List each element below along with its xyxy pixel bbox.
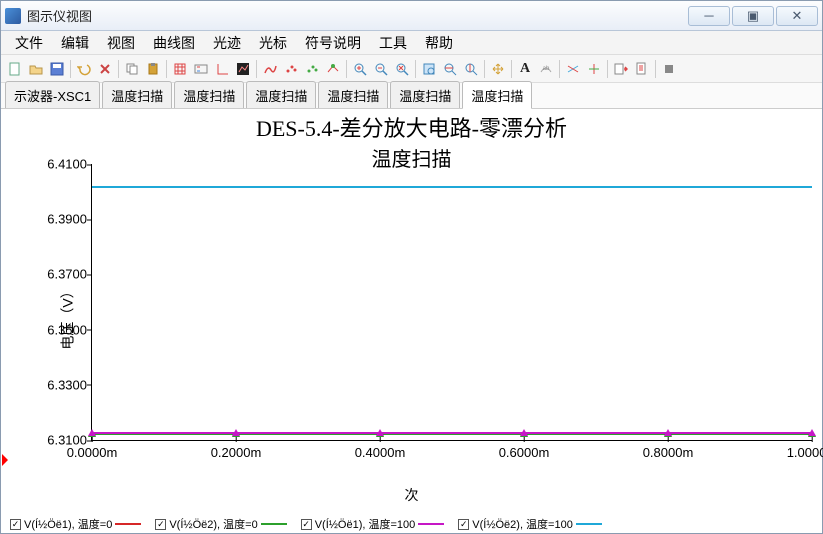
- new-icon[interactable]: [5, 59, 25, 79]
- zoom-in-icon[interactable]: [350, 59, 370, 79]
- tab[interactable]: 温度扫描: [174, 81, 244, 108]
- legend-label: V(Í½Öë1), 温度=100: [315, 516, 416, 532]
- tab[interactable]: 温度扫描: [318, 81, 388, 108]
- x-tick: 1.0000m: [787, 445, 823, 460]
- line-style-icon[interactable]: [260, 59, 280, 79]
- window-title: 图示仪视图: [27, 6, 688, 25]
- grid-icon[interactable]: [170, 59, 190, 79]
- checkbox-icon[interactable]: ✓: [10, 519, 21, 530]
- y-axis-label: 电压（V）: [58, 284, 78, 349]
- x-axis-label: 次: [405, 485, 419, 505]
- legend-swatch: [418, 523, 444, 525]
- zoom-out-icon[interactable]: [371, 59, 391, 79]
- tab[interactable]: 温度扫描: [246, 81, 316, 108]
- tab[interactable]: 温度扫描: [390, 81, 460, 108]
- marker-icon: [232, 428, 240, 436]
- menubar: 文件编辑视图曲线图光迹光标符号说明工具帮助: [1, 31, 822, 55]
- menu-item[interactable]: 光迹: [205, 31, 249, 55]
- legend-item[interactable]: ✓V(Í½Öë2), 温度=0: [155, 516, 286, 532]
- x-tick: 0.8000m: [643, 445, 694, 460]
- legend-icon[interactable]: [191, 59, 211, 79]
- menu-item[interactable]: 帮助: [417, 31, 461, 55]
- plot-canvas[interactable]: 6.31006.33006.35006.37006.39006.41000.00…: [91, 164, 812, 441]
- menu-item[interactable]: 光标: [251, 31, 295, 55]
- svg-text:ab: ab: [543, 66, 550, 72]
- menu-item[interactable]: 曲线图: [145, 31, 203, 55]
- scatter-green-icon[interactable]: [302, 59, 322, 79]
- marker-icon: [520, 428, 528, 436]
- legend-item[interactable]: ✓V(Í½Öë1), 温度=0: [10, 516, 141, 532]
- legend: ✓V(Í½Öë1), 温度=0✓V(Í½Öë2), 温度=0✓V(Í½Öë1),…: [10, 516, 602, 532]
- x-tick: 0.0000m: [67, 445, 118, 460]
- app-icon: [5, 8, 21, 24]
- line-marker-icon[interactable]: [323, 59, 343, 79]
- y-tick: 6.4100: [37, 157, 87, 172]
- checkbox-icon[interactable]: ✓: [458, 519, 469, 530]
- zoom-y-icon[interactable]: [461, 59, 481, 79]
- text-icon[interactable]: A: [515, 59, 535, 79]
- y-tick: 6.3500: [37, 322, 87, 337]
- export-doc-icon[interactable]: [632, 59, 652, 79]
- open-icon[interactable]: [26, 59, 46, 79]
- series-line[interactable]: [92, 186, 812, 188]
- menu-item[interactable]: 文件: [7, 31, 51, 55]
- legend-swatch: [261, 523, 287, 525]
- zoom-rect-icon[interactable]: [419, 59, 439, 79]
- checkbox-icon[interactable]: ✓: [155, 519, 166, 530]
- y-tick: 6.3300: [37, 377, 87, 392]
- legend-label: V(Í½Öë2), 温度=100: [472, 516, 573, 532]
- y-tick: 6.3700: [37, 267, 87, 282]
- menu-item[interactable]: 编辑: [53, 31, 97, 55]
- marker-icon: [376, 428, 384, 436]
- axis-icon[interactable]: [212, 59, 232, 79]
- menu-item[interactable]: 视图: [99, 31, 143, 55]
- legend-label: V(Í½Öë1), 温度=0: [24, 516, 112, 532]
- tab[interactable]: 示波器-XSC1: [5, 81, 100, 108]
- marker-icon: [808, 428, 816, 436]
- pan-icon[interactable]: [488, 59, 508, 79]
- dark-bg-icon[interactable]: [233, 59, 253, 79]
- undo-icon[interactable]: [74, 59, 94, 79]
- legend-label: V(Í½Öë2), 温度=0: [169, 516, 257, 532]
- chart-title: DES-5.4-差分放大电路-零漂分析: [1, 109, 822, 143]
- scatter-red-icon[interactable]: [281, 59, 301, 79]
- zoom-fit-icon[interactable]: [392, 59, 412, 79]
- add-marker-icon[interactable]: [584, 59, 604, 79]
- marker-icon: [664, 428, 672, 436]
- copy-icon[interactable]: [122, 59, 142, 79]
- delete-icon[interactable]: [95, 59, 115, 79]
- x-tick: 0.6000m: [499, 445, 550, 460]
- menu-item[interactable]: 符号说明: [297, 31, 369, 55]
- series-line[interactable]: [92, 432, 812, 434]
- tabbar: 示波器-XSC1温度扫描温度扫描温度扫描温度扫描温度扫描温度扫描: [1, 83, 822, 109]
- y-tick: 6.3900: [37, 212, 87, 227]
- menu-item[interactable]: 工具: [371, 31, 415, 55]
- legend-item[interactable]: ✓V(Í½Öë2), 温度=100: [458, 516, 602, 532]
- x-tick: 0.2000m: [211, 445, 262, 460]
- tab[interactable]: 温度扫描: [102, 81, 172, 108]
- chart-area: DES-5.4-差分放大电路-零漂分析 温度扫描 电压（V） 6.31006.3…: [1, 109, 822, 509]
- trace-label-icon[interactable]: ab: [536, 59, 556, 79]
- save-icon[interactable]: [47, 59, 67, 79]
- legend-swatch: [115, 523, 141, 525]
- close-button[interactable]: ✕: [776, 6, 818, 26]
- x-tick: 0.4000m: [355, 445, 406, 460]
- zoom-x-icon[interactable]: [440, 59, 460, 79]
- minimize-button[interactable]: ─: [688, 6, 730, 26]
- marker-icon: [88, 428, 96, 436]
- paste-icon[interactable]: [143, 59, 163, 79]
- cursor-handle-icon[interactable]: [2, 454, 8, 466]
- legend-swatch: [576, 523, 602, 525]
- checkbox-icon[interactable]: ✓: [301, 519, 312, 530]
- toolbar: A ab: [1, 55, 822, 83]
- export-right-icon[interactable]: [611, 59, 631, 79]
- diff-trace-icon[interactable]: [563, 59, 583, 79]
- maximize-button[interactable]: ▣: [732, 6, 774, 26]
- legend-item[interactable]: ✓V(Í½Öë1), 温度=100: [301, 516, 445, 532]
- tab[interactable]: 温度扫描: [462, 81, 532, 109]
- stop-icon[interactable]: [659, 59, 679, 79]
